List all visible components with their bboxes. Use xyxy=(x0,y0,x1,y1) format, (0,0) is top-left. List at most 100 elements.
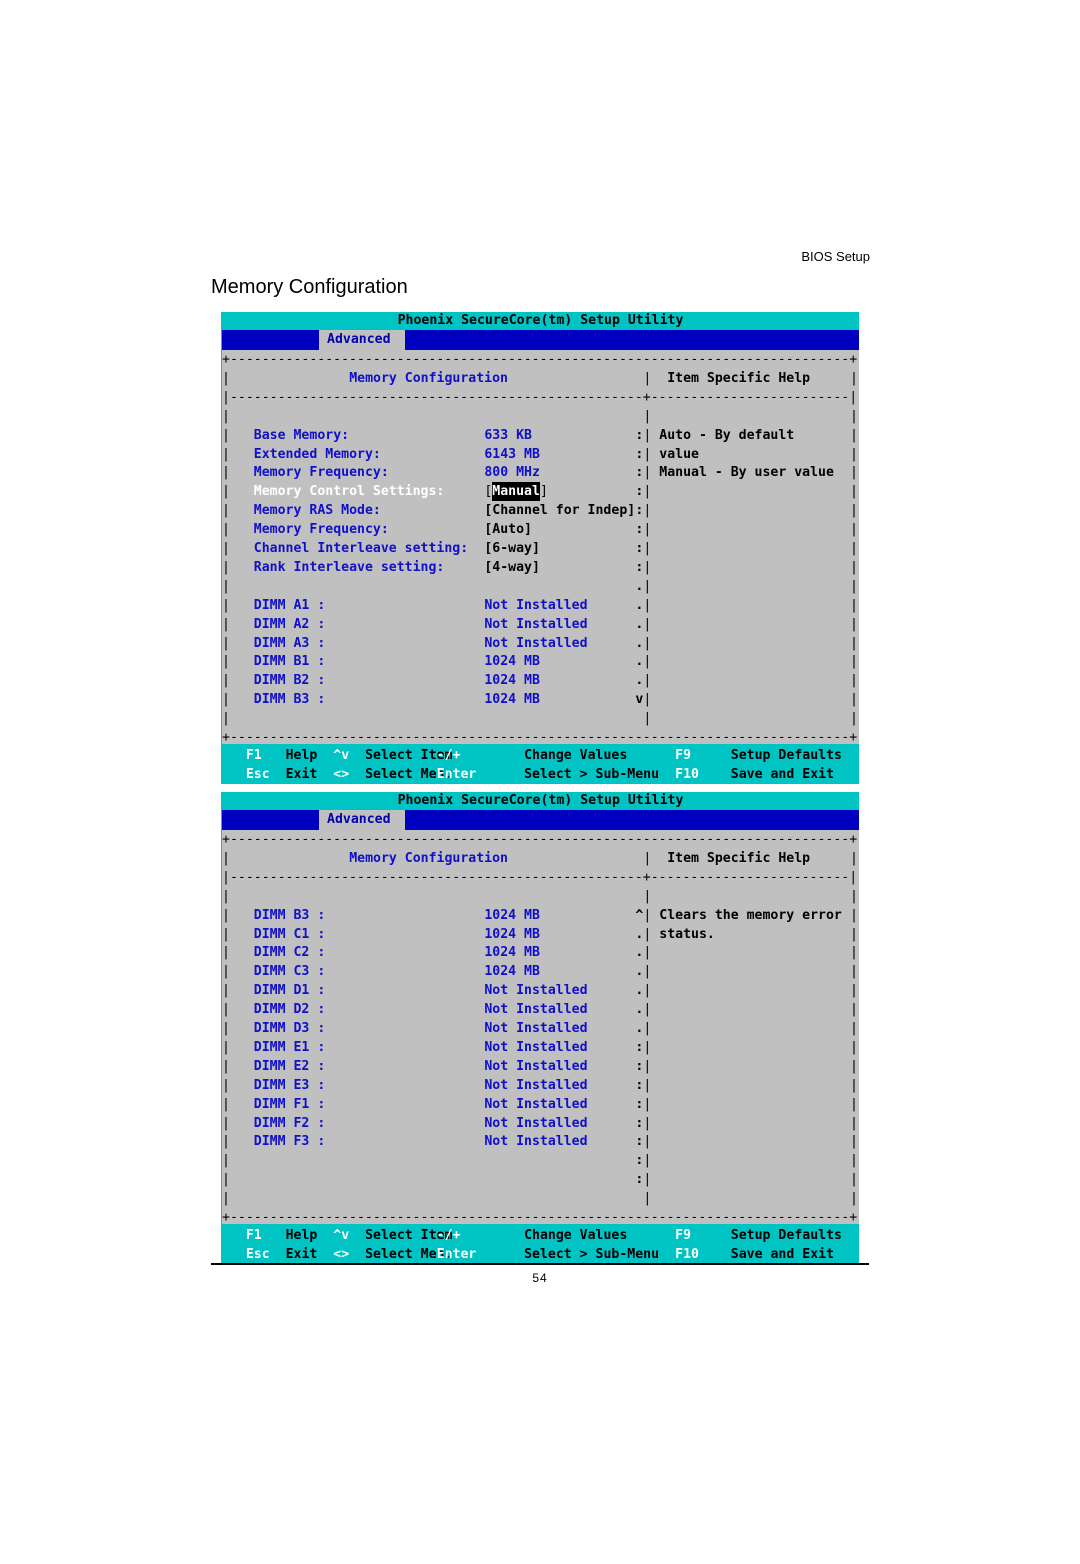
key-enter-hint[interactable]: Enter xyxy=(437,765,477,784)
scroll-track: . xyxy=(635,945,644,961)
key-enter-hint[interactable]: Enter xyxy=(437,1245,477,1264)
setting-value[interactable]: [4-way] xyxy=(484,558,540,577)
frame-border: | xyxy=(643,945,652,961)
setting-label[interactable]: DIMM C1 : xyxy=(254,925,325,944)
frame-border: | xyxy=(643,964,652,980)
setting-label[interactable]: DIMM B3 : xyxy=(254,690,325,709)
setting-label[interactable]: DIMM C2 : xyxy=(254,943,325,962)
tab-advanced[interactable]: Advanced xyxy=(319,330,405,350)
setting-label[interactable]: DIMM B2 : xyxy=(254,671,325,690)
setting-label[interactable]: DIMM A2 : xyxy=(254,615,325,634)
setting-value: Not Installed xyxy=(484,1039,588,1055)
frame-border: | xyxy=(643,1058,652,1074)
frame-border: | xyxy=(850,597,858,613)
setting-label[interactable]: Memory Frequency: xyxy=(254,463,389,482)
key-f10-hint[interactable]: F10 xyxy=(675,765,699,784)
setting-label[interactable]: DIMM D1 : xyxy=(254,981,325,1000)
key-esc-hint[interactable]: Esc xyxy=(246,1245,270,1264)
setting-label[interactable]: DIMM C3 : xyxy=(254,962,325,981)
frame-border: | xyxy=(643,1172,652,1188)
key--hint[interactable]: <> xyxy=(333,1245,349,1264)
setting-label[interactable]: DIMM F2 : xyxy=(254,1114,325,1133)
scroll-track: : xyxy=(635,541,644,556)
frame-border: | xyxy=(222,654,230,670)
key-f9-hint[interactable]: F9 xyxy=(675,746,691,765)
setting-label[interactable]: Rank Interleave setting: xyxy=(254,558,445,577)
setting-row: | Base Memory: 633 KB: | Auto - By default | xyxy=(222,426,859,445)
setting-label[interactable]: Memory Frequency: xyxy=(254,520,389,539)
key--hint[interactable]: <> xyxy=(333,765,349,784)
panel-title: Memory Configuration xyxy=(349,850,508,866)
setting-row: | DIMM F1 : Not Installed: | | xyxy=(222,1095,859,1114)
setting-label[interactable]: DIMM F3 : xyxy=(254,1132,325,1151)
setting-label[interactable]: Memory RAS Mode: xyxy=(254,501,381,520)
scroll-track: . xyxy=(635,1002,644,1018)
setting-value-selected[interactable]: Manual xyxy=(492,482,540,502)
setting-label[interactable]: DIMM E3 : xyxy=(254,1076,325,1095)
frame-border: | xyxy=(643,597,652,613)
scroll-down-icon[interactable]: v xyxy=(635,690,643,709)
frame-border: | xyxy=(850,1077,858,1093)
scroll-track: . xyxy=(635,654,644,670)
frame-border: | xyxy=(222,427,230,443)
scroll-track: . xyxy=(635,1021,644,1036)
help-text-line: Auto - By default xyxy=(659,427,795,443)
setting-value: 1024 MB xyxy=(484,692,540,708)
key-esc-hint[interactable]: Esc xyxy=(246,765,270,784)
frame-border: | xyxy=(222,907,230,923)
key-v-hint[interactable]: ^v xyxy=(333,1226,349,1245)
setting-value[interactable]: [Channel for Indep] xyxy=(484,501,635,520)
help-title: Item Specific Help xyxy=(667,370,811,386)
key--hint[interactable]: -/+ xyxy=(437,746,461,765)
setting-label[interactable]: DIMM B1 : xyxy=(254,652,325,671)
setting-label[interactable]: Memory Control Settings: xyxy=(254,482,445,501)
setting-label[interactable]: DIMM D2 : xyxy=(254,1000,325,1019)
scroll-track: : xyxy=(635,427,644,443)
frame-border: | xyxy=(222,578,230,594)
scroll-track: . xyxy=(635,926,644,942)
scroll-up-icon[interactable]: ^ xyxy=(635,906,643,925)
frame-border: | xyxy=(850,522,858,538)
frame-border: | xyxy=(643,503,652,519)
setting-label[interactable]: DIMM E1 : xyxy=(254,1038,325,1057)
help-text-line: Manual - By user value xyxy=(659,465,834,481)
setting-value: Not Installed xyxy=(484,635,588,651)
key-description: Help xyxy=(285,1228,318,1243)
frame-border: | xyxy=(222,850,230,866)
key-f1-hint[interactable]: F1 xyxy=(246,746,262,765)
setting-label[interactable]: DIMM F1 : xyxy=(254,1095,325,1114)
key-v-hint[interactable]: ^v xyxy=(333,746,349,765)
frame-border: | xyxy=(643,559,652,575)
frame-border: +---------------------------------------… xyxy=(222,352,858,367)
frame-border: | xyxy=(643,926,652,942)
setting-value[interactable]: [6-way] xyxy=(484,539,540,558)
setting-value: 633 KB xyxy=(484,427,532,443)
key-f1-hint[interactable]: F1 xyxy=(246,1226,262,1245)
key-f10-hint[interactable]: F10 xyxy=(675,1245,699,1264)
key-f9-hint[interactable]: F9 xyxy=(675,1226,691,1245)
frame-border: | xyxy=(643,465,652,481)
setting-row: | DIMM C2 :1024 MB. | | xyxy=(222,943,859,962)
setting-value[interactable]: [Auto] xyxy=(484,520,532,539)
setting-label[interactable]: DIMM D3 : xyxy=(254,1019,325,1038)
setting-label[interactable]: DIMM E2 : xyxy=(254,1057,325,1076)
scroll-track: : xyxy=(635,1039,644,1055)
setting-label[interactable]: Base Memory: xyxy=(254,426,349,445)
panel-header-divider: |---------------------------------------… xyxy=(222,868,859,887)
bios-screen-1: Phoenix SecureCore(tm) Setup Utility Adva… xyxy=(221,312,859,784)
help-text-line: Clears the memory error xyxy=(659,907,842,923)
setting-label[interactable]: DIMM A3 : xyxy=(254,634,325,653)
frame-border: | xyxy=(643,1191,652,1207)
blank-row: | | | xyxy=(222,887,859,906)
setting-label[interactable]: DIMM A1 : xyxy=(254,596,325,615)
key--hint[interactable]: -/+ xyxy=(437,1226,461,1245)
setting-label[interactable]: DIMM B3 : xyxy=(254,906,325,925)
setting-label[interactable]: Channel Interleave setting: xyxy=(254,539,468,558)
frame-border: | xyxy=(850,850,858,866)
setting-row: | DIMM D1 : Not Installed. | | xyxy=(222,981,859,1000)
tab-advanced[interactable]: Advanced xyxy=(319,810,405,830)
setting-label[interactable]: Extended Memory: xyxy=(254,445,381,464)
frame-top-border: +---------------------------------------… xyxy=(222,350,859,369)
bracket: [ xyxy=(484,484,493,500)
frame-border: | xyxy=(850,907,858,923)
